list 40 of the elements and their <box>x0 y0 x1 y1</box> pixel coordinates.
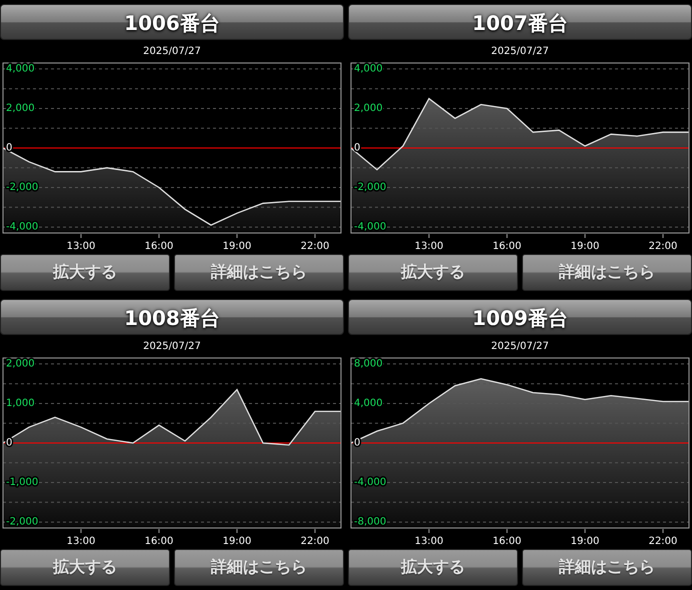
panel-title: 1006番台 <box>0 4 344 40</box>
y-tick-label: 4,000 <box>354 63 383 74</box>
x-tick-label: 19:00 <box>222 536 252 547</box>
y-tick-label: -4,000 <box>354 222 386 233</box>
x-tick-label: 16:00 <box>144 536 174 547</box>
x-tick-label: 13:00 <box>66 536 96 547</box>
y-tick-label: -4,000 <box>354 477 386 488</box>
y-tick-label: 8,000 <box>354 358 383 370</box>
y-tick-label: -2,000 <box>6 516 38 528</box>
x-tick-label: 22:00 <box>648 536 678 547</box>
y-tick-label: 2,000 <box>354 102 383 114</box>
x-tick-label: 13:00 <box>66 241 96 252</box>
y-tick-label: 4,000 <box>6 63 35 74</box>
chart-date: 2025/07/27 <box>490 340 550 354</box>
x-tick-label: 13:00 <box>414 536 444 547</box>
y-tick-label: -2,000 <box>6 182 38 194</box>
y-tick-label: -2,000 <box>354 182 386 194</box>
chart-date: 2025/07/27 <box>490 45 550 59</box>
x-tick-label: 16:00 <box>144 241 174 252</box>
panel-title: 1007番台 <box>348 4 692 40</box>
x-tick-label: 19:00 <box>222 241 252 252</box>
x-tick-label: 19:00 <box>570 241 600 252</box>
x-tick-label: 22:00 <box>300 241 330 252</box>
y-tick-label: 2,000 <box>6 102 35 114</box>
y-tick-label: 4,000 <box>354 398 383 409</box>
y-tick-label: 2,000 <box>6 358 35 370</box>
y-tick-label: -4,000 <box>6 222 38 233</box>
y-tick-label: 1,000 <box>6 398 35 409</box>
y-tick-label: -8,000 <box>354 516 386 528</box>
y-tick-label: -1,000 <box>6 477 38 488</box>
x-tick-label: 19:00 <box>570 536 600 547</box>
panel-title: 1009番台 <box>348 299 692 335</box>
chart-date: 2025/07/27 <box>142 340 202 354</box>
x-tick-label: 22:00 <box>648 241 678 252</box>
chart-date: 2025/07/27 <box>142 45 202 59</box>
x-tick-label: 22:00 <box>300 536 330 547</box>
x-tick-label: 13:00 <box>414 241 444 252</box>
panel-title: 1008番台 <box>0 299 344 335</box>
x-tick-label: 16:00 <box>492 241 522 252</box>
x-tick-label: 16:00 <box>492 536 522 547</box>
